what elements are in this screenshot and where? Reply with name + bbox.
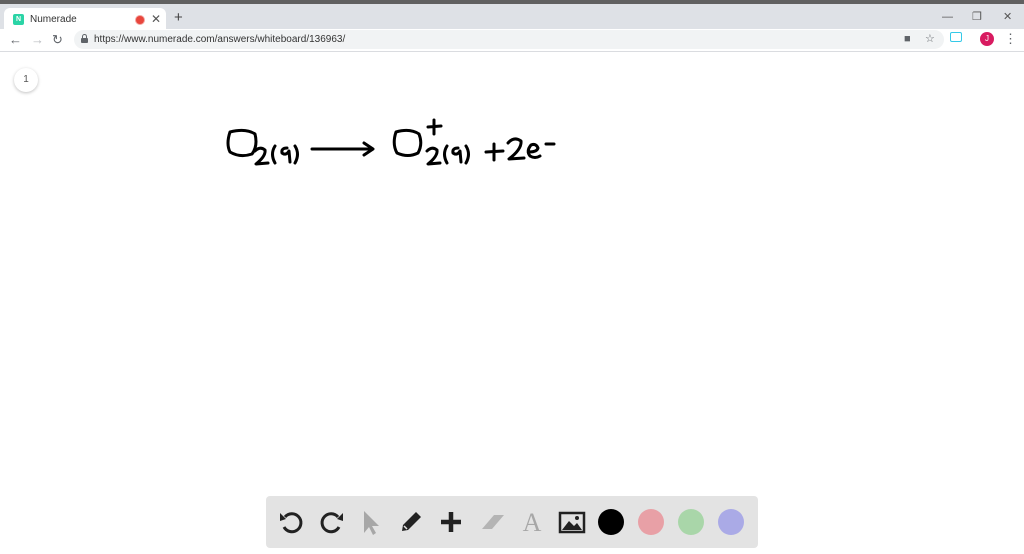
- profile-avatar[interactable]: J: [980, 32, 994, 46]
- drawing-toolbar: A: [266, 496, 758, 548]
- ink-letter-o: [226, 128, 258, 158]
- reload-icon[interactable]: ↻: [52, 31, 63, 49]
- ink-paren-close-2: [464, 144, 470, 165]
- ink-letter-e: [526, 142, 542, 159]
- ink-subscript-2b: [425, 146, 442, 166]
- ink-letter-o-2: [392, 128, 423, 157]
- camera-icon[interactable]: ■: [904, 32, 911, 46]
- ink-plus: [484, 142, 505, 162]
- eraser-icon: [482, 515, 504, 529]
- eraser-tool-button[interactable]: [477, 507, 507, 537]
- select-tool-button[interactable]: [356, 507, 386, 537]
- undo-button[interactable]: [276, 507, 306, 537]
- handwritten-equation: [226, 118, 556, 166]
- color-swatch-black[interactable]: [598, 509, 624, 535]
- redo-icon: [320, 512, 343, 534]
- tab-close-icon[interactable]: ✕: [151, 12, 161, 26]
- add-shape-button[interactable]: [436, 507, 466, 537]
- plus-icon: [441, 512, 461, 532]
- pen-tool-button[interactable]: [396, 507, 426, 537]
- redo-button[interactable]: [317, 507, 347, 537]
- bookmark-star-icon[interactable]: ☆: [925, 32, 935, 46]
- browser-menu-icon[interactable]: ⋮: [1004, 31, 1017, 47]
- text-tool-button[interactable]: A: [517, 507, 547, 537]
- ink-paren-open-2: [443, 144, 449, 165]
- color-swatch-green[interactable]: [678, 509, 704, 535]
- ink-subscript-2: [253, 146, 270, 166]
- ink-letter-g: [280, 146, 292, 164]
- undo-icon: [280, 512, 303, 534]
- extension-cast-icon[interactable]: [950, 32, 962, 42]
- address-url[interactable]: https://www.numerade.com/answers/whitebo…: [94, 33, 345, 46]
- forward-arrow-icon[interactable]: →: [31, 31, 44, 49]
- restore-button[interactable]: ❐: [972, 11, 982, 23]
- ink-superscript-plus: [426, 118, 443, 136]
- ink-digit-2: [506, 137, 526, 161]
- ink-paren-open: [271, 144, 277, 165]
- lock-icon: [81, 34, 88, 43]
- minimize-button[interactable]: —: [942, 11, 953, 23]
- text-tool-glyph: A: [523, 508, 542, 537]
- whiteboard-canvas[interactable]: 1: [0, 52, 1024, 554]
- recording-indicator-icon: [136, 16, 144, 24]
- numerade-favicon-icon: N: [13, 14, 24, 25]
- browser-tab-strip: N Numerade ✕ + — ❐ ✕: [0, 0, 1024, 33]
- image-tool-button[interactable]: [557, 507, 587, 537]
- text-icon: A: [523, 508, 542, 537]
- pencil-icon: [402, 512, 421, 531]
- image-icon: [558, 511, 586, 534]
- browser-toolbar: ← → ↻ https://www.numerade.com/answers/w…: [0, 29, 1024, 52]
- tab-title: Numerade: [30, 14, 77, 25]
- close-window-button[interactable]: ✕: [1003, 11, 1012, 23]
- ink-arrow: [310, 141, 375, 157]
- address-bar[interactable]: https://www.numerade.com/answers/whitebo…: [74, 30, 944, 49]
- ink-paren-close: [293, 144, 299, 165]
- ink-letter-g-2: [451, 146, 463, 164]
- color-swatch-red[interactable]: [638, 509, 664, 535]
- new-tab-button[interactable]: +: [174, 10, 183, 26]
- pointer-icon: [364, 511, 379, 535]
- back-arrow-icon[interactable]: ←: [9, 31, 22, 49]
- color-swatch-blue[interactable]: [718, 509, 744, 535]
